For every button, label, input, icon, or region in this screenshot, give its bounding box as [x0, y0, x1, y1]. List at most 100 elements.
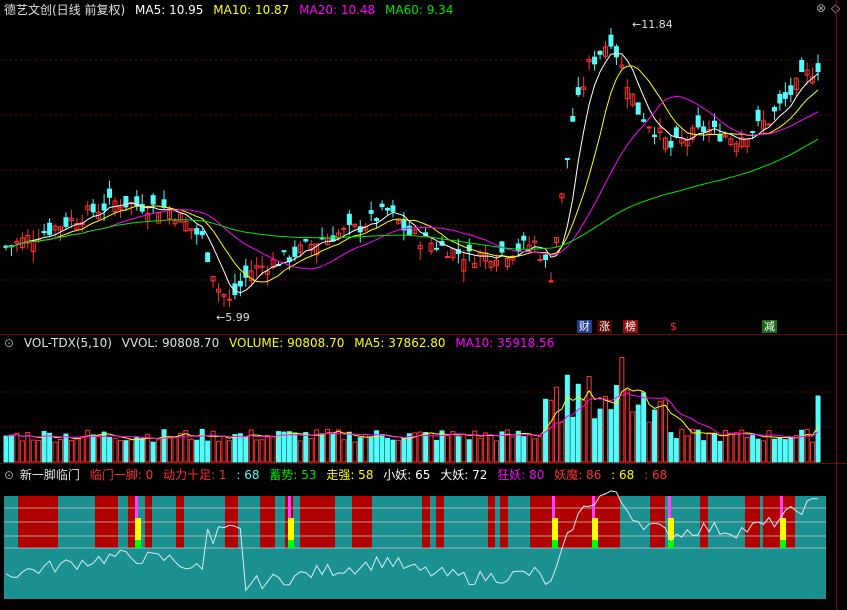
volume-bar — [259, 439, 265, 463]
yaomo-readout: 妖魔: 86 — [554, 468, 602, 482]
candle-body — [123, 196, 129, 208]
volume-bar — [85, 429, 91, 463]
volume-bar — [668, 432, 674, 463]
candle-body — [597, 50, 603, 55]
volume-bar — [226, 440, 232, 463]
indicator-magenta-bar — [135, 496, 138, 518]
volume-bar — [673, 438, 679, 463]
candle-body — [777, 94, 783, 104]
dayao-readout: 大妖: 72 — [440, 468, 488, 482]
volume-bar — [341, 439, 347, 463]
volume-bar — [3, 435, 9, 463]
volume-bar — [521, 436, 527, 463]
candle-body — [701, 126, 707, 133]
right-axis-separator — [836, 0, 837, 610]
volume-bar — [701, 440, 707, 463]
volume-bar — [221, 436, 227, 463]
collapse-icon[interactable]: ⊙ — [4, 336, 14, 350]
candle-body — [406, 225, 412, 235]
volume-bar — [750, 434, 756, 463]
tag-dollar[interactable]: $ — [668, 320, 679, 333]
low-price-value: 5.99 — [225, 311, 250, 324]
candle-body — [782, 92, 788, 99]
volume-bar — [270, 436, 276, 463]
volume-chart[interactable] — [0, 335, 847, 463]
volume-bar — [597, 408, 603, 463]
tag-zhang[interactable]: 涨 — [597, 320, 612, 333]
collapse-icon[interactable]: ⊙ — [4, 468, 14, 482]
volume-bar — [630, 411, 636, 463]
volume-bar — [499, 431, 505, 463]
volume-bar — [25, 432, 31, 463]
tag-jian[interactable]: 减 — [762, 320, 777, 333]
vol-ma5-readout: MA5: 37862.80 — [354, 336, 446, 350]
volume-bar — [161, 429, 167, 463]
volume-bar — [548, 399, 554, 463]
volume-bar — [466, 439, 472, 463]
vol-ma10-readout: MA10: 35918.56 — [455, 336, 555, 350]
volume-bar — [423, 431, 429, 463]
indicator-chart[interactable] — [0, 464, 847, 609]
volume-bar — [695, 429, 701, 463]
volume-bar — [150, 441, 156, 463]
candle-body — [434, 247, 440, 250]
volume-bar — [286, 431, 292, 463]
volume-bar — [14, 432, 20, 463]
candle-body — [695, 115, 701, 128]
candle-body — [385, 207, 390, 211]
volume-bar — [744, 437, 750, 463]
volume-bar — [47, 432, 53, 463]
volume-bar — [624, 389, 630, 463]
candle-body — [107, 188, 113, 198]
candle-body — [199, 231, 205, 236]
vvol-readout: VVOL: 90808.70 — [121, 336, 220, 350]
indicator-magenta-bar — [592, 496, 595, 518]
candle-body — [41, 231, 47, 234]
volume-bar — [717, 440, 723, 463]
candle-body — [537, 259, 543, 262]
volume-bar — [515, 430, 521, 463]
candle-body — [205, 252, 211, 263]
volume-pane[interactable]: ⊙ VOL-TDX(5,10) VVOL: 90808.70 VOLUME: 9… — [0, 335, 847, 464]
volume-bar — [488, 434, 494, 463]
ma10-line — [5, 65, 819, 283]
volume-bar — [346, 431, 352, 463]
volume-bar — [401, 437, 407, 463]
volume-bar — [52, 441, 58, 463]
volume-bar — [74, 437, 80, 463]
candle-body — [281, 250, 287, 253]
tag-cai[interactable]: 财 — [577, 320, 592, 333]
price-chart[interactable] — [0, 0, 847, 334]
candle-body — [668, 140, 674, 148]
volume-bar — [319, 433, 325, 463]
candle-body — [374, 218, 380, 222]
close-icon[interactable]: ⊗ — [816, 1, 826, 15]
indicator-pane[interactable]: ⊙ 新一脚临门 临门一脚: 0 动力十足: 1 : 68 蓄势: 53 走强: … — [0, 464, 847, 609]
candle-body — [161, 199, 167, 208]
volume-bar — [444, 435, 450, 463]
candle-body — [641, 119, 647, 122]
tag-bang[interactable]: 榜 — [623, 320, 638, 333]
candle-body — [515, 243, 521, 252]
volume-bar — [167, 436, 172, 463]
indicator-magenta-bar — [552, 496, 555, 518]
volume-bar — [134, 436, 140, 463]
volume-bar — [755, 438, 761, 463]
linmen-readout: 临门一脚: 0 — [89, 468, 154, 482]
dongli-readout: 动力十足: 1 — [163, 468, 227, 482]
kuangyao-readout: 狂妖: 80 — [497, 468, 545, 482]
candle-body — [750, 131, 756, 134]
candle-body — [237, 280, 243, 287]
volume-bar — [107, 437, 113, 463]
volume-bar — [194, 439, 200, 463]
indicator-green-bar — [592, 540, 598, 548]
volume-bar — [603, 396, 608, 463]
xiaoyao-readout: 小妖: 65 — [383, 468, 431, 482]
volume-bar — [19, 440, 25, 463]
candle-body — [564, 157, 570, 161]
price-header: 德艺文创(日线 前复权) MA5: 10.95 MA10: 10.87 MA20… — [4, 1, 459, 17]
candle-body — [613, 46, 619, 58]
candle-body — [652, 134, 658, 138]
volume-bar — [156, 438, 162, 463]
price-pane[interactable]: 德艺文创(日线 前复权) MA5: 10.95 MA10: 10.87 MA20… — [0, 0, 847, 335]
